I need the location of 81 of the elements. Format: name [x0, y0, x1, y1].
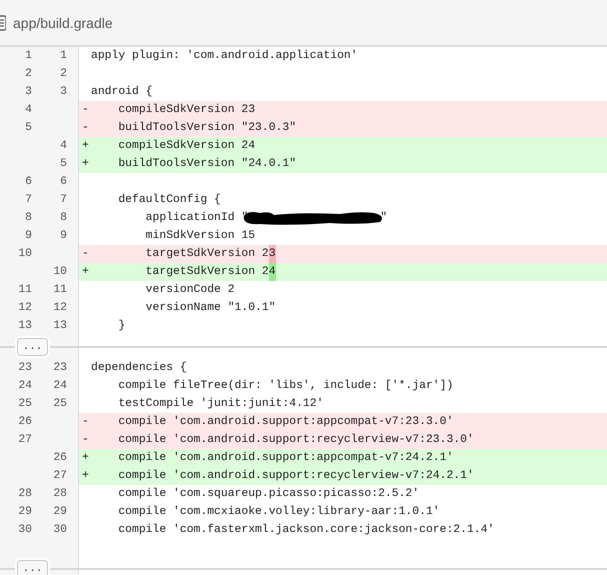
line-number: 23: [18, 362, 32, 374]
diff-marker: -: [81, 433, 90, 448]
line-number: 30: [18, 524, 32, 536]
code-line: }: [117, 318, 126, 334]
diff-marker: -: [81, 103, 90, 118]
diff-marker: -: [81, 415, 90, 430]
code-line: compile 'com.squareup.picasso:picasso:2.5.2': [117, 486, 420, 502]
line-number: 28: [18, 488, 32, 500]
line-number: 2: [60, 68, 67, 80]
line-number: 25: [53, 398, 67, 410]
code-line: buildToolsVersion "24.0.1": [117, 156, 296, 172]
line-number: 5: [25, 122, 32, 134]
line-number: 5: [60, 158, 67, 170]
diff-marker: +: [81, 157, 90, 172]
line-number: 10: [53, 266, 67, 278]
code-line: compile 'com.fasterxml.jackson.core:jackson-core:2.1.4': [117, 522, 494, 538]
diff-marker: +: [81, 139, 90, 154]
code-line: compileSdkVersion 23: [117, 102, 256, 118]
line-number: 4: [25, 104, 32, 116]
line-number: 28: [53, 488, 67, 500]
code-line: versionName "1.0.1": [144, 300, 276, 316]
line-number: 26: [53, 452, 67, 464]
line-number: 13: [53, 320, 67, 332]
line-number: 29: [53, 506, 67, 518]
code-line: compile 'com.android.support:appcompat-v7:23.3.0': [117, 414, 454, 430]
code-line: compile fileTree(dir: 'libs', include: ['*.jar']): [117, 378, 454, 394]
line-number: 11: [53, 284, 67, 296]
code-line: apply plugin: 'com.android.application': [91, 48, 358, 64]
code-line: compile 'com.android.support:recyclerview-v7:23.3.0': [117, 432, 474, 448]
line-number: 1: [60, 50, 67, 62]
code-line: dependencies {: [91, 360, 187, 376]
line-number: 8: [25, 212, 32, 224]
line-number: 9: [25, 230, 32, 242]
line-number: 2: [25, 68, 32, 80]
code-line: compileSdkVersion 24: [117, 138, 256, 154]
line-number: 29: [18, 506, 32, 518]
code-line: compile 'com.android.support:recyclerview-v7:24.2.1': [117, 468, 474, 484]
code-line: buildToolsVersion "23.0.3": [117, 120, 296, 136]
line-number: 4: [60, 140, 67, 152]
code-line: versionCode 2: [144, 282, 235, 298]
line-number: 24: [53, 380, 67, 392]
diff-marker: +: [81, 265, 90, 280]
line-number: 12: [53, 302, 67, 314]
line-number: 24: [18, 380, 32, 392]
line-number: 27: [18, 434, 32, 446]
line-number: 3: [60, 86, 67, 98]
line-number: 9: [60, 230, 67, 242]
line-number: 10: [18, 248, 32, 260]
line-number: 3: [25, 86, 32, 98]
line-number: 7: [60, 194, 67, 206]
line-number: 30: [53, 524, 67, 536]
line-number: 26: [18, 416, 32, 428]
expand-button[interactable]: ...: [17, 560, 48, 575]
code-line: targetSdkVersion 2: [144, 246, 269, 262]
file-path: app/build.gradle: [13, 14, 113, 30]
expand-button[interactable]: ...: [17, 338, 48, 356]
diff-marker: -: [81, 247, 90, 262]
code-line: android {: [91, 84, 153, 100]
code-line: targetSdkVersion 2: [144, 264, 269, 280]
code-line: testCompile 'junit:junit:4.12': [117, 396, 324, 412]
line-number: 7: [25, 194, 32, 206]
code-line: defaultConfig {: [117, 192, 221, 208]
code-text: ": [380, 210, 388, 226]
code-line: compile 'com.mcxiaoke.volley:library-aar:1.0.1': [117, 504, 440, 520]
line-number: 25: [18, 398, 32, 410]
line-number: 13: [18, 320, 32, 332]
changed-text: 3: [268, 245, 276, 263]
diff-marker: +: [81, 451, 90, 466]
line-number: 6: [60, 176, 67, 188]
line-number: 6: [25, 176, 32, 188]
code-line: minSdkVersion 15: [144, 228, 256, 244]
diff-marker: -: [81, 121, 90, 136]
line-number: 27: [53, 470, 67, 482]
line-number: 8: [60, 212, 67, 224]
code-line: compile 'com.android.support:appcompat-v7:24.2.1': [117, 450, 454, 466]
diff-marker: +: [81, 469, 90, 484]
line-number: 23: [53, 362, 67, 374]
line-number: 1: [25, 50, 32, 62]
changed-text: 4: [268, 263, 276, 281]
line-number: 11: [18, 284, 32, 296]
line-number: 12: [18, 302, 32, 314]
